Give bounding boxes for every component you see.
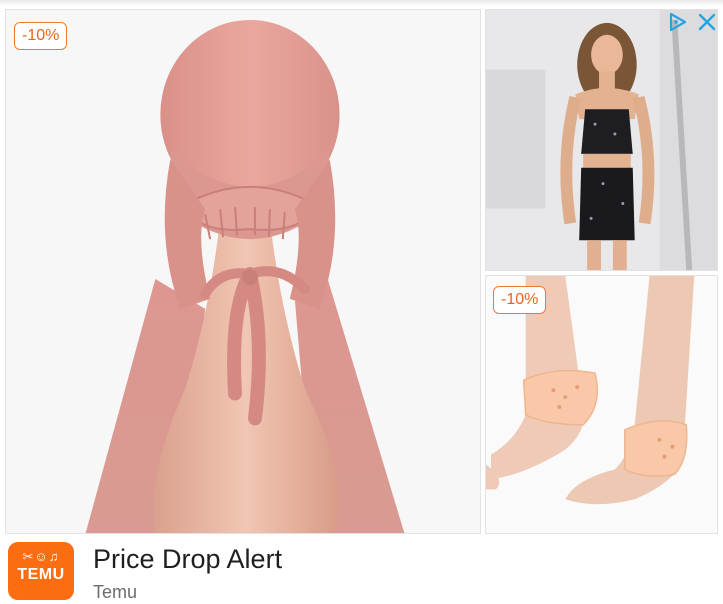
close-icon[interactable]: [696, 11, 718, 33]
advertiser-name: Temu: [93, 582, 138, 602]
logo-glyphs: ✂☺♫: [22, 549, 60, 564]
product-tile-dress[interactable]: [485, 9, 718, 271]
heel-protector-product-image: [486, 276, 717, 533]
adchoices-icon[interactable]: [667, 11, 689, 33]
hijab-product-image: [85, 19, 405, 533]
logo-wordmark: TEMU: [17, 566, 65, 583]
product-tile-hijab[interactable]: -10%: [5, 9, 481, 534]
temu-logo[interactable]: ✂☺♫ TEMU: [8, 542, 74, 600]
discount-badge: -10%: [14, 22, 68, 50]
ad-headline[interactable]: Price Drop Alert: [93, 542, 282, 576]
top-divider: [0, 0, 723, 6]
product-tile-heel-protector[interactable]: -10%: [485, 275, 718, 534]
sequin-dress-product-image: [486, 10, 717, 270]
discount-badge: -10%: [493, 286, 547, 314]
